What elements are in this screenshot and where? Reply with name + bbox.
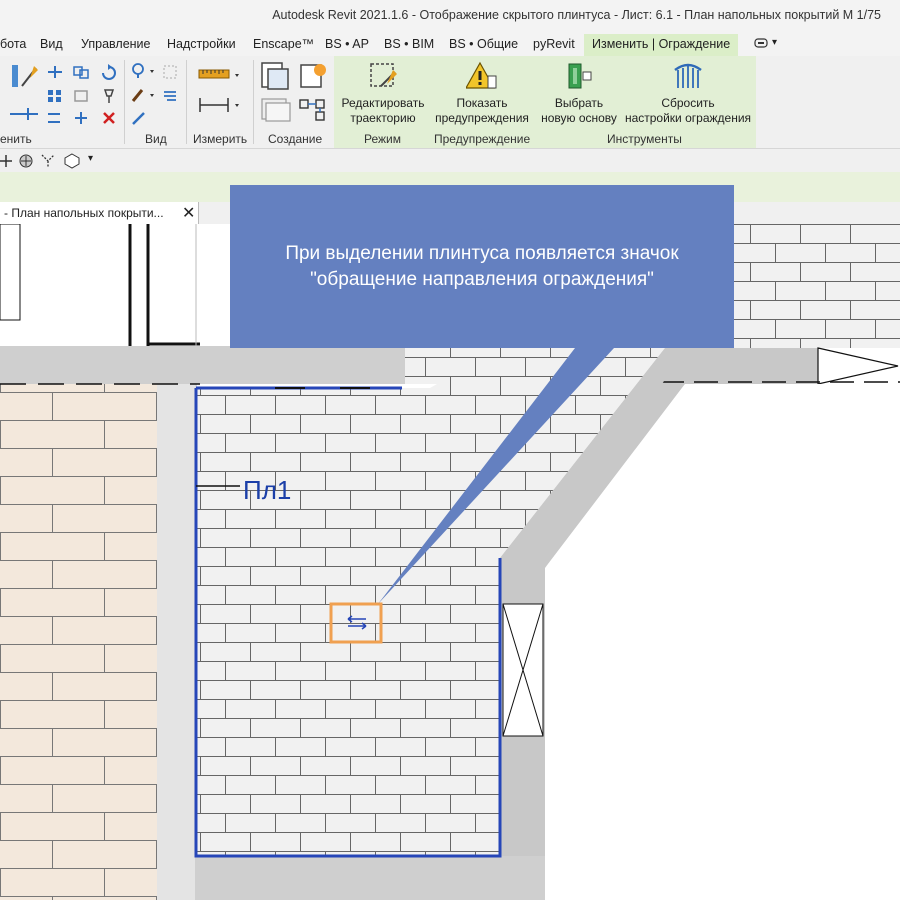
show-warnings-button[interactable]: Показать предупреждения (432, 60, 532, 126)
workplane-icon[interactable] (0, 153, 16, 172)
ribbon-separator (253, 60, 254, 144)
edit-path-label-line2: траекторию (350, 111, 416, 125)
close-view-icon[interactable]: ✕ (182, 203, 195, 223)
ribbon-separator (124, 60, 125, 144)
title-bar: Autodesk Revit 2021.1.6 - Отображение ск… (0, 0, 900, 32)
window-title: Autodesk Revit 2021.1.6 - Отображение ск… (272, 8, 881, 22)
pick-host-label-line1: Выбрать (554, 96, 604, 110)
create-similar-icon[interactable] (298, 60, 330, 92)
aligned-dimension-icon[interactable] (197, 94, 243, 116)
edit-path-button[interactable]: Редактировать траекторию (337, 60, 429, 126)
options-dropdown-icon[interactable]: ▾ (88, 153, 93, 164)
edit-path-icon (367, 60, 399, 92)
ribbon-separator (186, 60, 187, 144)
schematic-icon[interactable] (40, 153, 56, 172)
measure-distance-icon[interactable] (197, 64, 243, 86)
left-room-tiles (0, 384, 157, 900)
reset-railing-label-line1: Сбросить (661, 96, 715, 110)
door-opening (818, 348, 900, 384)
panel-label-measure: Измерить (193, 132, 248, 146)
warning-icon (464, 60, 498, 92)
solid-shape-icon[interactable] (64, 153, 80, 172)
select-filter-icon[interactable] (162, 64, 180, 80)
tab-manage[interactable]: Управление (81, 37, 151, 51)
rotate-icon[interactable] (100, 64, 118, 80)
wall-band (0, 346, 430, 384)
linework-icon[interactable] (130, 110, 148, 126)
room-tag[interactable]: Пл1 (243, 475, 291, 506)
pin-icon[interactable] (100, 88, 118, 104)
panel-label-modify: енить (0, 132, 32, 146)
scale-icon[interactable] (72, 88, 90, 104)
left-partition (157, 384, 195, 900)
create-group-icon[interactable] (259, 96, 293, 124)
panel-label-tools: Инструменты (607, 132, 682, 146)
tab-collaborate[interactable]: бота (0, 37, 26, 51)
reset-railing-label-line2: настройки ограждения (624, 111, 752, 125)
options-bar: ▾ (0, 148, 900, 173)
tab-view[interactable]: Вид (40, 37, 63, 51)
show-warnings-label-line2: предупреждения (435, 111, 529, 125)
override-graphics-icon[interactable] (130, 86, 158, 102)
tab-enscape[interactable]: Enscape™ (253, 37, 314, 51)
tab-bs-bim[interactable]: BS • BIM (384, 37, 434, 51)
ribbon-overflow-icon[interactable]: ▾ (772, 37, 777, 48)
offset-icon[interactable] (46, 110, 64, 126)
tab-bs-common[interactable]: BS • Общие (449, 37, 518, 51)
panel-label-view: Вид (145, 132, 167, 146)
bottom-wall (157, 856, 545, 900)
ribbon: енить Вид Измерить Создание Редактироват… (0, 56, 900, 148)
create-part-icon[interactable] (259, 60, 293, 92)
pick-host-icon (563, 60, 595, 92)
move-icon[interactable] (46, 64, 64, 80)
material-icon[interactable] (18, 153, 34, 172)
callout-line2: "обращение направления ограждения" (310, 269, 654, 290)
ribbon-tab-bar: бота Вид Управление Надстройки Enscape™ … (0, 32, 900, 56)
bottom-partition (157, 856, 195, 900)
view-tab[interactable]: - План напольных покрыти... ✕ (0, 202, 199, 224)
reset-railing-button[interactable]: Сбросить настройки ограждения (622, 60, 754, 126)
split-icon[interactable] (72, 110, 90, 126)
pick-host-label-line2: новую основу (541, 111, 617, 125)
tab-modify-railing[interactable]: Изменить | Ограждение (584, 34, 739, 56)
copy-icon[interactable] (72, 64, 90, 80)
panel-label-create: Создание (268, 132, 323, 146)
callout-line1: При выделении плинтуса появляется значок (285, 243, 679, 264)
show-warnings-label-line1: Показать (456, 96, 508, 110)
annotation-callout: При выделении плинтуса появляется значок… (230, 185, 734, 348)
modify-align-icon[interactable] (8, 62, 42, 92)
panel-label-mode: Режим (364, 132, 401, 146)
view-tab-label: - План напольных покрыти... (4, 206, 164, 220)
view-range-icon[interactable] (162, 88, 180, 104)
trim-extend-icon[interactable] (8, 106, 42, 122)
array-icon[interactable] (46, 88, 64, 104)
hide-element-icon[interactable] (130, 62, 158, 78)
ribbon-minimize-button[interactable] (754, 35, 772, 51)
create-assembly-icon[interactable] (298, 96, 330, 124)
delete-icon[interactable] (100, 110, 118, 126)
tab-bs-ap[interactable]: BS • AP (325, 37, 369, 51)
tab-addins[interactable]: Надстройки (167, 37, 236, 51)
edit-path-label-line1: Редактировать (341, 96, 425, 110)
pick-new-host-button[interactable]: Выбрать новую основу (538, 60, 620, 126)
reset-railing-icon (672, 60, 704, 92)
tab-pyrevit[interactable]: pyRevit (533, 37, 575, 51)
selected-room-tiles (196, 348, 500, 856)
panel-label-warnings: Предупреждение (434, 132, 531, 146)
